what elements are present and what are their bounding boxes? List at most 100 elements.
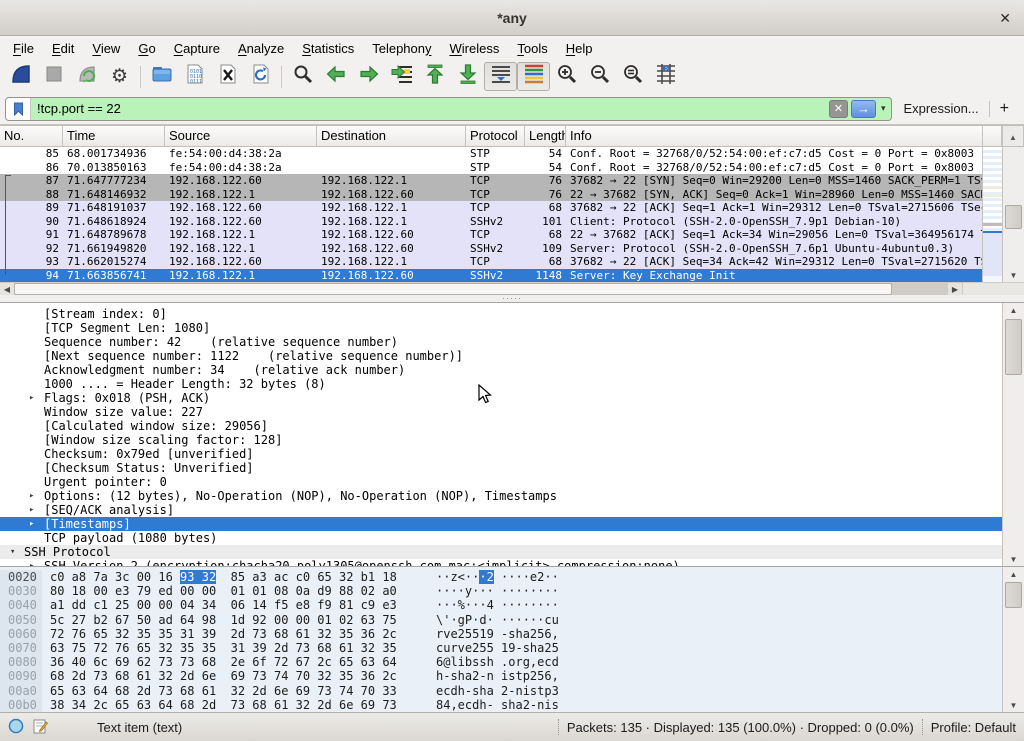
column-header-no[interactable]: No.: [0, 126, 63, 146]
hex-row[interactable]: 006072 76 65 32 35 35 31 39 2d 73 68 61 …: [0, 627, 1002, 641]
hscroll-track[interactable]: [14, 283, 948, 295]
profile-selector[interactable]: Profile: Default: [931, 720, 1016, 735]
hex-row[interactable]: 0040a1 dd c1 25 00 00 04 34 06 14 f5 e8 …: [0, 598, 1002, 612]
hscroll-thumb[interactable]: [14, 283, 892, 295]
expander-icon[interactable]: ▸: [29, 391, 34, 405]
expression-button[interactable]: Expression...: [892, 101, 989, 116]
zoom-in-button[interactable]: [550, 62, 583, 91]
close-file-button[interactable]: [211, 62, 244, 91]
start-capture-button[interactable]: [4, 62, 37, 91]
hex-scrollbar[interactable]: ▲ ▼: [1002, 567, 1024, 712]
title-bar[interactable]: *any ✕: [0, 0, 1024, 36]
expander-icon[interactable]: ▸: [29, 559, 34, 566]
menu-statistics[interactable]: Statistics: [293, 38, 363, 59]
scrollbar-down-arrow-icon[interactable]: ▼: [1003, 552, 1024, 566]
last-packet-button[interactable]: [451, 62, 484, 91]
auto-scroll-button[interactable]: [484, 62, 517, 91]
capture-options-button[interactable]: ⚙: [103, 62, 136, 91]
column-header-length[interactable]: Length: [525, 126, 566, 146]
column-header-info[interactable]: Info: [566, 126, 982, 146]
close-window-button[interactable]: ✕: [999, 9, 1011, 27]
column-header-time[interactable]: Time: [63, 126, 165, 146]
packet-row-91[interactable]: 9171.648789678192.168.122.1192.168.122.6…: [0, 228, 982, 242]
detail-options[interactable]: ▸Options: (12 bytes), No-Operation (NOP)…: [0, 489, 1002, 503]
detail-header-length[interactable]: 1000 .... = Header Length: 32 bytes (8): [0, 377, 1002, 391]
menu-go[interactable]: Go: [129, 38, 164, 59]
menu-view[interactable]: View: [83, 38, 129, 59]
hex-dump[interactable]: 0020c0 a8 7a 3c 00 16 93 32 85 a3 ac c0 …: [0, 567, 1002, 712]
previous-packet-button[interactable]: [319, 62, 352, 91]
hex-row[interactable]: 00a065 63 64 68 2d 73 68 61 32 2d 6e 69 …: [0, 684, 1002, 698]
hex-row[interactable]: 00b038 34 2c 65 63 64 68 2d 73 68 61 32 …: [0, 698, 1002, 712]
packet-list-scrollbar[interactable]: ▼: [1002, 147, 1024, 282]
scrollbar-thumb[interactable]: [1005, 205, 1022, 229]
detail-window-scaling[interactable]: [Window size scaling factor: 128]: [0, 433, 1002, 447]
expander-icon[interactable]: ▸: [29, 489, 34, 503]
zoom-out-button[interactable]: [583, 62, 616, 91]
detail-checksum[interactable]: Checksum: 0x79ed [unverified]: [0, 447, 1002, 461]
capture-comment-button[interactable]: [33, 718, 48, 737]
packet-row-94-selected[interactable]: 9471.663856741192.168.122.1192.168.122.6…: [0, 269, 982, 283]
column-header-source[interactable]: Source: [165, 126, 317, 146]
expander-icon[interactable]: ▾: [10, 545, 15, 559]
menu-telephony[interactable]: Telephony: [363, 38, 440, 59]
packet-row-85[interactable]: 8568.001734936fe:54:00:d4:38:2aSTP54Conf…: [0, 147, 982, 161]
hex-row[interactable]: 00505c 27 b2 67 50 ad 64 98 1d 92 00 00 …: [0, 613, 1002, 627]
packet-row-93[interactable]: 9371.662015274192.168.122.60192.168.122.…: [0, 255, 982, 269]
detail-ssh-protocol[interactable]: ▾SSH Protocol: [0, 545, 1002, 559]
next-packet-button[interactable]: [352, 62, 385, 91]
packet-row-92[interactable]: 9271.661949820192.168.122.1192.168.122.6…: [0, 242, 982, 256]
detail-window-size[interactable]: Window size value: 227: [0, 405, 1002, 419]
hex-row[interactable]: 007063 75 72 76 65 32 35 35 31 39 2d 73 …: [0, 641, 1002, 655]
resize-columns-button[interactable]: [649, 62, 682, 91]
scrollbar-up-arrow-icon[interactable]: ▲: [1002, 126, 1024, 146]
packet-row-89[interactable]: 8971.648191037192.168.122.60192.168.122.…: [0, 201, 982, 215]
save-file-button[interactable]: 010101100111: [178, 62, 211, 91]
packet-row-86[interactable]: 8670.013850163fe:54:00:d4:38:2aSTP54Conf…: [0, 161, 982, 175]
detail-urgent-pointer[interactable]: Urgent pointer: 0: [0, 475, 1002, 489]
detail-timestamps-selected[interactable]: ▸[Timestamps]: [0, 517, 1002, 531]
hex-row[interactable]: 0020c0 a8 7a 3c 00 16 93 32 85 a3 ac c0 …: [0, 570, 1002, 584]
stop-capture-button[interactable]: [37, 62, 70, 91]
hex-row[interactable]: 008036 40 6c 69 62 73 73 68 2e 6f 72 67 …: [0, 655, 1002, 669]
menu-capture[interactable]: Capture: [165, 38, 229, 59]
find-packet-button[interactable]: [286, 62, 319, 91]
detail-tcp-payload[interactable]: TCP payload (1080 bytes): [0, 531, 1002, 545]
scrollbar-up-arrow-icon[interactable]: ▲: [1003, 567, 1024, 581]
restart-capture-button[interactable]: [70, 62, 103, 91]
detail-flags[interactable]: ▸Flags: 0x018 (PSH, ACK): [0, 391, 1002, 405]
column-header-destination[interactable]: Destination: [317, 126, 466, 146]
scroll-right-arrow-icon[interactable]: ▶: [948, 283, 962, 295]
filter-apply-button[interactable]: →: [851, 100, 876, 118]
packet-list-hscrollbar[interactable]: ◀ ▶: [0, 282, 1024, 295]
scrollbar-down-arrow-icon[interactable]: ▼: [1003, 698, 1024, 712]
scrollbar-down-arrow-icon[interactable]: ▼: [1003, 268, 1024, 282]
expander-icon[interactable]: ▸: [29, 517, 34, 531]
go-to-packet-button[interactable]: [385, 62, 418, 91]
expander-icon[interactable]: ▸: [29, 503, 34, 517]
colorize-button[interactable]: [517, 62, 550, 91]
detail-sequence-number[interactable]: Sequence number: 42 (relative sequence n…: [0, 335, 1002, 349]
menu-help[interactable]: Help: [557, 38, 602, 59]
add-filter-button[interactable]: +: [990, 100, 1019, 118]
menu-file[interactable]: File: [4, 38, 43, 59]
open-file-button[interactable]: [145, 62, 178, 91]
detail-seq-ack-analysis[interactable]: ▸[SEQ/ACK analysis]: [0, 503, 1002, 517]
scrollbar-thumb[interactable]: [1005, 319, 1022, 375]
menu-tools[interactable]: Tools: [508, 38, 556, 59]
hex-row[interactable]: 003080 18 00 e3 79 ed 00 00 01 01 08 0a …: [0, 584, 1002, 598]
packet-row-88[interactable]: 8871.648146932192.168.122.1192.168.122.6…: [0, 188, 982, 202]
menu-analyze[interactable]: Analyze: [229, 38, 293, 59]
detail-ssh-version[interactable]: ▸SSH Version 2 (encryption:chacha20-poly…: [0, 559, 1002, 566]
expert-info-button[interactable]: [8, 718, 24, 737]
detail-checksum-status[interactable]: [Checksum Status: Unverified]: [0, 461, 1002, 475]
scroll-left-arrow-icon[interactable]: ◀: [0, 283, 14, 295]
detail-segment-len[interactable]: [TCP Segment Len: 1080]: [0, 321, 1002, 335]
first-packet-button[interactable]: [418, 62, 451, 91]
hex-row[interactable]: 009068 2d 73 68 61 32 2d 6e 69 73 74 70 …: [0, 669, 1002, 683]
reload-file-button[interactable]: [244, 62, 277, 91]
menu-edit[interactable]: Edit: [43, 38, 83, 59]
details-scrollbar[interactable]: ▲ ▼: [1002, 303, 1024, 566]
scrollbar-up-arrow-icon[interactable]: ▲: [1003, 303, 1024, 317]
detail-next-sequence[interactable]: [Next sequence number: 1122 (relative se…: [0, 349, 1002, 363]
